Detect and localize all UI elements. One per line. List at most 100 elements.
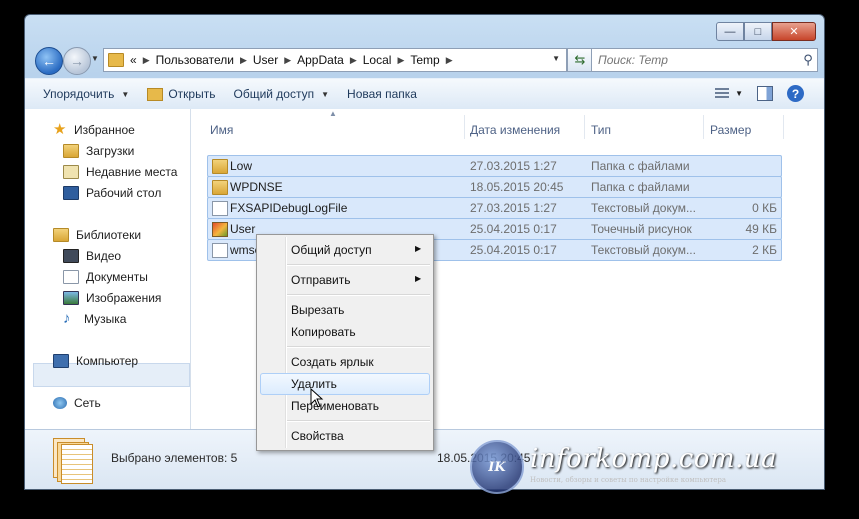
file-date: 25.04.2015 0:17: [470, 243, 557, 257]
close-button[interactable]: ✕: [772, 22, 816, 41]
submenu-arrow-icon: ▶: [415, 244, 422, 253]
maximize-button[interactable]: □: [744, 22, 772, 41]
organize-label: Упорядочить: [43, 87, 115, 101]
file-date: 18.05.2015 20:45: [470, 180, 564, 194]
file-name: WPDNSE: [230, 180, 283, 194]
address-dropdown-icon[interactable]: ▼: [552, 54, 560, 63]
sidebar-item-favorites[interactable]: ★ Избранное: [53, 121, 135, 138]
sidebar-item-libraries[interactable]: Библиотеки: [53, 228, 141, 242]
file-date: 27.03.2015 1:27: [470, 159, 557, 173]
open-button[interactable]: Открыть: [147, 87, 215, 101]
file-date: 27.03.2015 1:27: [470, 201, 557, 215]
breadcrumb-item-temp[interactable]: Temp: [410, 53, 439, 67]
organize-button[interactable]: Упорядочить ▼: [43, 87, 129, 101]
menu-item-copy[interactable]: Копировать: [291, 325, 356, 339]
breadcrumb-item-local[interactable]: Local: [363, 53, 392, 67]
sidebar-item-computer[interactable]: Компьютер: [53, 354, 138, 368]
folder-icon: [212, 180, 228, 195]
column-divider[interactable]: [584, 115, 585, 139]
open-label: Открыть: [168, 87, 216, 101]
navigation-pane: ★ Избранное Загрузки Недавние места Рабо…: [25, 109, 191, 429]
column-divider[interactable]: [464, 115, 465, 139]
address-bar[interactable]: « ▶ Пользователи ▶ User ▶ AppData ▶ Loca…: [103, 48, 567, 72]
minimize-button[interactable]: —: [716, 22, 744, 41]
text-file-icon: [212, 201, 228, 216]
menu-item-send-to[interactable]: Отправить ▶: [291, 273, 421, 287]
recent-pages-dropdown[interactable]: ▼: [91, 54, 99, 63]
forward-button[interactable]: →: [63, 47, 91, 75]
breadcrumb-item-users[interactable]: Пользователи: [156, 53, 234, 67]
context-menu: Общий доступ ▶ Отправить ▶ Вырезать Копи…: [256, 234, 434, 451]
star-icon: ★: [53, 121, 67, 138]
search-box: ⚲: [591, 48, 818, 72]
column-divider[interactable]: [703, 115, 704, 139]
menu-item-label: Общий доступ: [291, 243, 372, 257]
chevron-right-icon[interactable]: ▶: [446, 55, 453, 66]
share-label: Общий доступ: [233, 87, 315, 101]
table-row[interactable]: Low 27.03.2015 1:27 Папка с файлами: [207, 155, 782, 177]
sidebar-item-recent[interactable]: Недавние места: [63, 165, 177, 179]
view-options-icon[interactable]: [715, 87, 730, 100]
network-icon: [53, 397, 67, 409]
preview-pane-icon[interactable]: [757, 86, 773, 101]
sidebar-item-label: Недавние места: [86, 165, 178, 179]
sidebar-item-network[interactable]: Сеть: [53, 396, 101, 410]
downloads-folder-icon: [63, 144, 79, 158]
desktop-icon: [63, 186, 79, 200]
sidebar-item-music[interactable]: ♪ Музыка: [63, 311, 126, 326]
sidebar-item-label: Документы: [86, 270, 148, 284]
chevron-right-icon[interactable]: ▶: [143, 55, 150, 66]
open-folder-icon: [147, 87, 164, 101]
file-type: Папка с файлами: [591, 180, 690, 194]
column-header-size[interactable]: Размер: [710, 123, 751, 137]
menu-item-highlight: [260, 373, 430, 395]
sidebar-item-label: Рабочий стол: [86, 186, 162, 200]
documents-library-icon: [63, 270, 79, 284]
file-name: User: [230, 222, 256, 236]
search-input[interactable]: [592, 50, 799, 70]
breadcrumb-item-appdata[interactable]: AppData: [297, 53, 344, 67]
chevron-right-icon[interactable]: ▶: [240, 55, 247, 66]
menu-item-cut[interactable]: Вырезать: [291, 303, 344, 317]
column-header-type[interactable]: Тип: [591, 123, 611, 137]
search-icon[interactable]: ⚲: [799, 52, 817, 68]
column-header-name[interactable]: Имя: [210, 123, 233, 137]
new-folder-button[interactable]: Новая папка: [347, 87, 417, 101]
share-button[interactable]: Общий доступ ▼: [233, 87, 329, 101]
refresh-button[interactable]: ⇆: [567, 48, 593, 72]
menu-item-properties[interactable]: Свойства: [291, 429, 344, 443]
column-divider[interactable]: [783, 115, 784, 139]
sidebar-item-documents[interactable]: Документы: [63, 270, 148, 284]
table-row[interactable]: FXSAPIDebugLogFile 27.03.2015 1:27 Текст…: [207, 197, 782, 219]
back-button[interactable]: ←: [35, 47, 63, 75]
column-header-date[interactable]: Дата изменения: [470, 123, 560, 137]
sidebar-item-images[interactable]: Изображения: [63, 291, 161, 305]
mouse-pointer-icon: [310, 388, 324, 408]
arrow-right-icon: →: [70, 53, 84, 69]
breadcrumb-item-user[interactable]: User: [253, 53, 278, 67]
sidebar-item-label: Избранное: [74, 123, 135, 137]
text-file-icon: [212, 243, 228, 258]
file-size: 2 КБ: [752, 243, 777, 257]
chevron-down-icon[interactable]: ▼: [735, 89, 743, 98]
help-icon[interactable]: ?: [787, 85, 804, 102]
menu-item-share[interactable]: Общий доступ ▶: [291, 243, 421, 257]
menu-item-rename[interactable]: Переименовать: [291, 399, 379, 413]
menu-item-create-shortcut[interactable]: Создать ярлык: [291, 355, 374, 369]
chevron-right-icon[interactable]: ▶: [284, 55, 291, 66]
sidebar-item-downloads[interactable]: Загрузки: [63, 144, 134, 158]
breadcrumb-overflow[interactable]: «: [130, 53, 137, 67]
table-row[interactable]: WPDNSE 18.05.2015 20:45 Папка с файлами: [207, 176, 782, 198]
menu-separator: [287, 346, 430, 348]
chevron-right-icon[interactable]: ▶: [397, 55, 404, 66]
menu-gutter: [285, 237, 287, 448]
submenu-arrow-icon: ▶: [415, 274, 422, 283]
sidebar-item-video[interactable]: Видео: [63, 249, 121, 263]
caption-buttons: — □ ✕: [716, 22, 816, 41]
site-logo: IK: [470, 440, 524, 494]
sidebar-item-desktop[interactable]: Рабочий стол: [63, 186, 161, 200]
chevron-right-icon[interactable]: ▶: [350, 55, 357, 66]
images-library-icon: [63, 291, 79, 305]
refresh-icon: ⇆: [574, 52, 586, 67]
libraries-icon: [53, 228, 69, 242]
